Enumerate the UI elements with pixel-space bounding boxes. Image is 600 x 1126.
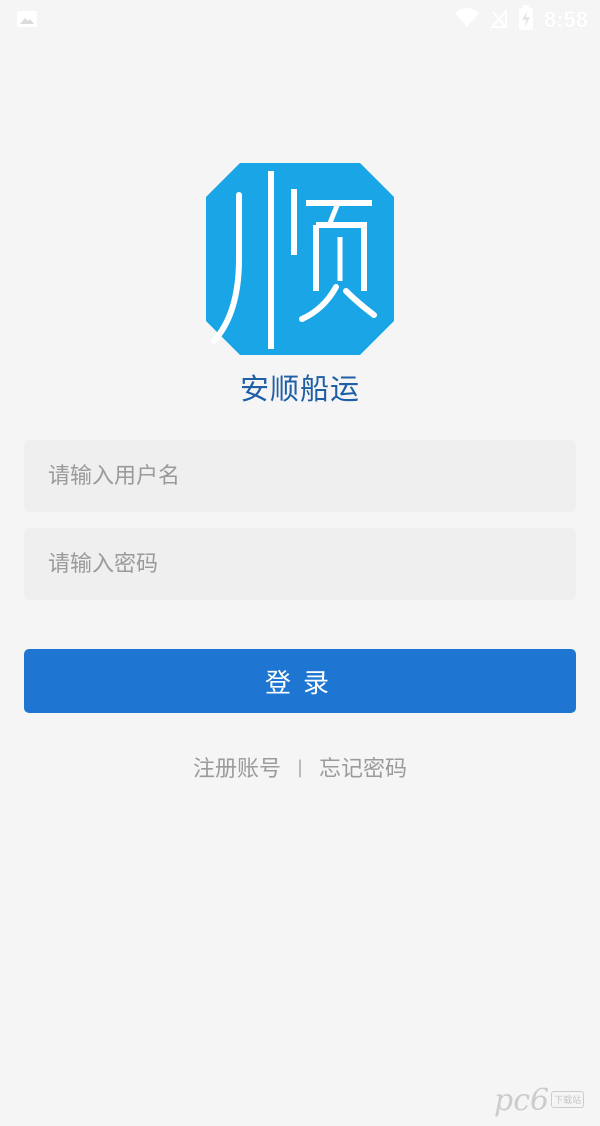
signal-off-icon [489, 7, 508, 33]
username-field-container [24, 440, 576, 512]
app-name: 安顺船运 [239, 372, 360, 406]
links-separator: | [296, 756, 304, 778]
status-time: 8:58 [543, 7, 588, 32]
password-field-container [24, 528, 576, 600]
username-input[interactable] [24, 440, 576, 512]
pc6-watermark: pc6 下载站 [494, 1076, 590, 1116]
status-icons: 8:58 [454, 5, 588, 35]
login-button[interactable]: 登录 [24, 649, 576, 713]
forgot-password-link[interactable]: 忘记密码 [319, 751, 407, 783]
watermark-subtext: 下载站 [551, 1091, 585, 1108]
image-notification-icon [16, 10, 38, 28]
status-bar: 8:58 [0, 0, 600, 40]
battery-charging-icon [518, 5, 534, 35]
auth-links: 注册账号 | 忘记密码 [0, 751, 600, 783]
password-input[interactable] [24, 528, 576, 600]
register-link[interactable]: 注册账号 [193, 751, 281, 783]
app-logo [206, 163, 394, 355]
wifi-icon [454, 7, 480, 33]
watermark-text: pc6 [494, 1083, 550, 1118]
